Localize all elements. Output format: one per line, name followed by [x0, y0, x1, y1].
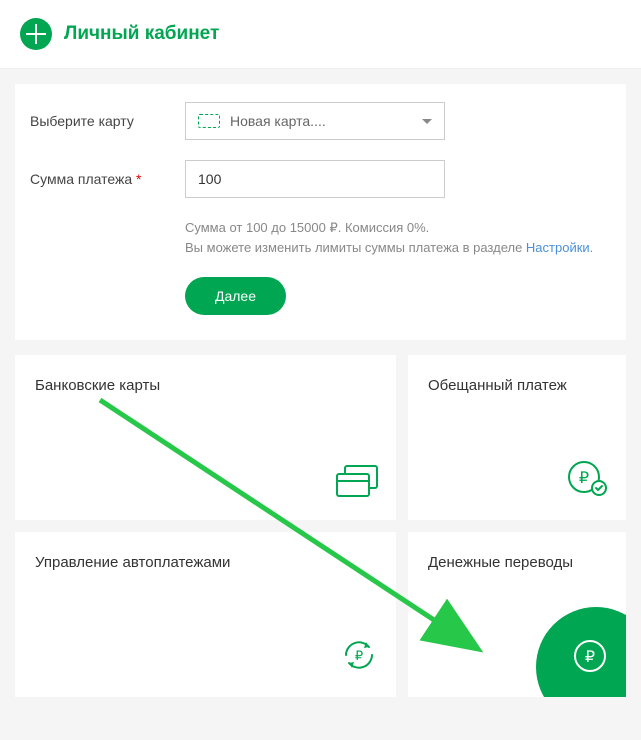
card-label: Выберите карту: [30, 113, 185, 129]
ruble-circle-icon: ₽: [572, 638, 608, 679]
tile-autopay[interactable]: Управление автоплатежами ₽: [15, 532, 396, 697]
payment-form: Выберите карту Новая карта.... Сумма пла…: [15, 84, 626, 340]
tile-bank-cards[interactable]: Банковские карты: [15, 355, 396, 520]
amount-input[interactable]: [185, 160, 445, 198]
svg-text:₽: ₽: [585, 649, 595, 666]
cards-icon: [336, 465, 378, 502]
chevron-down-icon: [422, 119, 432, 124]
amount-hint: Сумма от 100 до 15000 ₽. Комиссия 0%. Вы…: [185, 218, 611, 257]
svg-text:₽: ₽: [355, 648, 363, 663]
svg-text:₽: ₽: [579, 470, 589, 487]
ruble-check-icon: ₽: [568, 461, 608, 502]
refresh-ruble-icon: ₽: [340, 636, 378, 679]
tile-promised-payment[interactable]: Обещанный платеж ₽: [408, 355, 626, 520]
card-outline-icon: [198, 114, 220, 128]
card-select-text: Новая карта....: [230, 113, 326, 129]
header: Личный кабинет: [0, 0, 641, 69]
logo-icon: [20, 18, 52, 50]
amount-label: Сумма платежа *: [30, 171, 185, 187]
page-title: Личный кабинет: [64, 23, 219, 45]
settings-link[interactable]: Настройки: [526, 240, 590, 255]
card-select[interactable]: Новая карта....: [185, 102, 445, 140]
tile-transfers[interactable]: Денежные переводы ₽: [408, 532, 626, 697]
tiles-grid: Банковские карты Обещанный платеж ₽ Упра…: [15, 355, 626, 697]
submit-button[interactable]: Далее: [185, 277, 286, 315]
